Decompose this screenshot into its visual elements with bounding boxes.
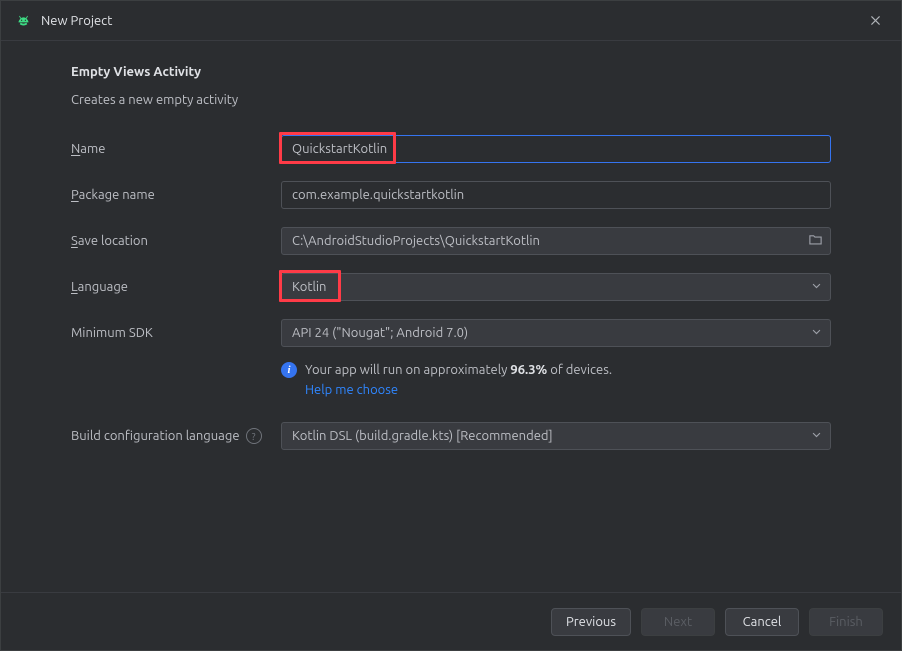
sdk-help: i Your app will run on approximately 96.… [71, 361, 831, 400]
buildconf-value: Kotlin DSL (build.gradle.kts) [Recommend… [292, 429, 553, 443]
close-icon[interactable] [863, 9, 887, 33]
label-buildconf: Build configuration language ? [71, 428, 281, 444]
cancel-button[interactable]: Cancel [725, 608, 799, 636]
save-location-input[interactable] [281, 227, 831, 255]
minsdk-select[interactable]: API 24 ("Nougat"; Android 7.0) [281, 319, 831, 347]
package-input[interactable] [281, 181, 831, 209]
chevron-down-icon [811, 429, 822, 443]
template-heading: Empty Views Activity [71, 65, 831, 79]
label-language: Language [71, 280, 281, 294]
titlebar: New Project [1, 1, 901, 41]
label-minsdk: Minimum SDK [71, 326, 281, 340]
buildconf-select[interactable]: Kotlin DSL (build.gradle.kts) [Recommend… [281, 422, 831, 450]
label-name: Name [71, 142, 281, 156]
next-button: Next [641, 608, 715, 636]
label-save: Save location [71, 234, 281, 248]
android-studio-icon [15, 13, 31, 29]
row-language: Language Kotlin [71, 273, 831, 301]
folder-icon[interactable] [808, 232, 823, 250]
help-me-choose-link[interactable]: Help me choose [305, 383, 398, 397]
chevron-down-icon [811, 326, 822, 340]
row-save: Save location [71, 227, 831, 255]
label-package: Package name [71, 188, 281, 202]
language-value: Kotlin [292, 280, 326, 294]
new-project-dialog: New Project Empty Views Activity Creates… [0, 0, 902, 651]
row-minsdk: Minimum SDK API 24 ("Nougat"; Android 7.… [71, 319, 831, 347]
info-icon: i [281, 362, 297, 378]
dialog-content: Empty Views Activity Creates a new empty… [1, 41, 901, 592]
dialog-title: New Project [41, 14, 863, 28]
minsdk-value: API 24 ("Nougat"; Android 7.0) [292, 326, 468, 340]
row-buildconf: Build configuration language ? Kotlin DS… [71, 422, 831, 450]
previous-button[interactable]: Previous [551, 608, 631, 636]
chevron-down-icon [811, 280, 822, 294]
name-input[interactable] [281, 135, 831, 163]
sdk-help-text: Your app will run on approximately 96.3%… [305, 361, 612, 400]
help-icon[interactable]: ? [246, 428, 262, 444]
finish-button: Finish [809, 608, 883, 636]
template-subheading: Creates a new empty activity [71, 93, 831, 107]
dialog-footer: Previous Next Cancel Finish [1, 592, 901, 650]
language-select[interactable]: Kotlin [281, 273, 831, 301]
row-package: Package name [71, 181, 831, 209]
row-name: Name [71, 135, 831, 163]
